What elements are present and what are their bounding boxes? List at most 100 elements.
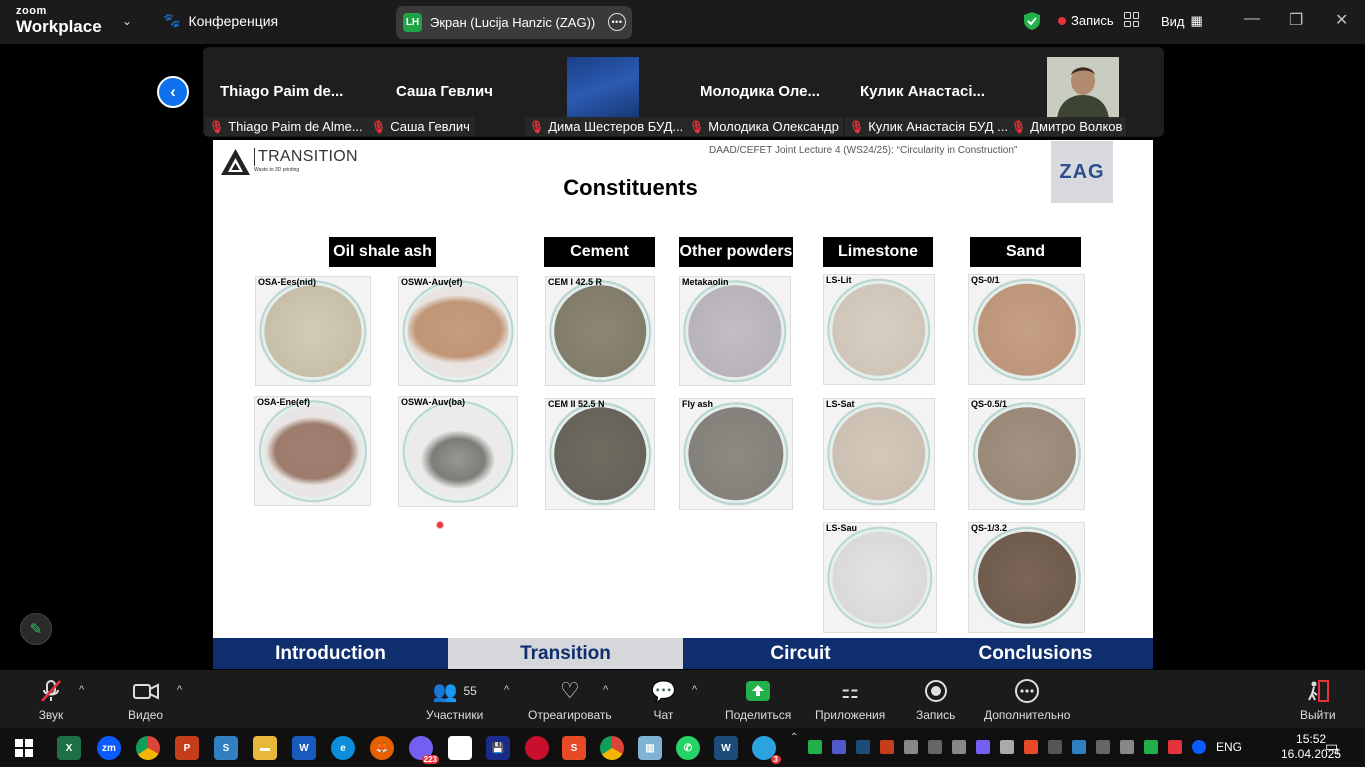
screen-share-pill[interactable]: LH Экран (Lucija Hanzic (ZAG)) ••• bbox=[396, 6, 632, 39]
leave-button[interactable]: Выйти bbox=[1300, 678, 1336, 722]
more-button[interactable]: Дополнительно bbox=[984, 678, 1070, 722]
wifi-icon[interactable] bbox=[1048, 740, 1062, 754]
chrome-icon[interactable] bbox=[136, 736, 160, 760]
recording-indicator[interactable]: Запись bbox=[1058, 13, 1114, 28]
viber-icon[interactable]: 223 bbox=[409, 736, 439, 764]
strip-back-button[interactable]: ‹ bbox=[157, 76, 189, 108]
annotate-pen-icon[interactable]: ✎ bbox=[20, 613, 52, 645]
record-button[interactable]: Запись bbox=[916, 678, 955, 722]
volume-icon[interactable] bbox=[1120, 740, 1134, 754]
save-disk-icon[interactable]: 💾 bbox=[486, 736, 510, 760]
archive-icon[interactable]: ▥ bbox=[638, 736, 662, 760]
sample-label: OSA-Ees(nid) bbox=[258, 277, 317, 287]
windows-taskbar: X zm P S ▬ W e 🦊 223 💾 S ▥ ✆ W 3 ⌃ ENG 1… bbox=[0, 728, 1365, 767]
muted-mic-icon: 🎙 bbox=[689, 119, 705, 134]
close-icon[interactable]: ✕ bbox=[1335, 10, 1348, 30]
view-menu[interactable]: Вид ▦ bbox=[1161, 13, 1203, 29]
smath-icon[interactable]: S bbox=[562, 736, 586, 760]
edge-icon[interactable]: e bbox=[331, 736, 355, 760]
conference-menu[interactable]: 🐾 Конференция bbox=[163, 12, 278, 29]
notifications-icon[interactable]: ▭4 bbox=[1325, 738, 1343, 757]
apps-grid-icon[interactable] bbox=[1124, 12, 1139, 27]
audio-options-caret[interactable]: ^ bbox=[79, 684, 84, 696]
participant-tile[interactable]: 🎙 Дмитро Волков bbox=[1005, 47, 1164, 137]
camera-tray-icon[interactable] bbox=[1096, 740, 1110, 754]
teams-tray-icon[interactable] bbox=[832, 740, 846, 754]
telegram-badge: 3 bbox=[770, 755, 781, 764]
video-button[interactable]: Видео bbox=[128, 678, 163, 722]
video-options-caret[interactable]: ^ bbox=[177, 684, 182, 696]
participant-label-text: Саша Гевлич bbox=[390, 119, 470, 134]
sketchup-icon[interactable]: S bbox=[214, 736, 238, 760]
webex-icon[interactable]: W bbox=[714, 736, 738, 760]
participant-name-large: Кулик Анастасі... bbox=[860, 83, 986, 100]
participant-tile[interactable]: 🎙 Дима Шестеров БУД... bbox=[525, 47, 688, 137]
zoom-app-icon[interactable]: zm bbox=[97, 736, 121, 760]
battery-tray-icon[interactable] bbox=[1000, 740, 1014, 754]
security-tray-icon[interactable] bbox=[1144, 740, 1158, 754]
powerpoint-tray-icon[interactable] bbox=[880, 740, 894, 754]
viber-tray-icon[interactable] bbox=[976, 740, 990, 754]
zoom-window: zoom Workplace ⌄ 🐾 Конференция LH Экран … bbox=[0, 0, 1365, 767]
file-explorer-icon[interactable]: ▬ bbox=[253, 736, 277, 760]
participant-tile[interactable]: Кулик Анастасі... 🎙 Кулик Анастасія БУД … bbox=[845, 47, 1012, 137]
windows-start-icon[interactable] bbox=[12, 736, 36, 760]
sample-photo: LS-Sat bbox=[823, 398, 935, 510]
participants-button[interactable]: 👥 55 Участники bbox=[426, 678, 483, 723]
more-options-icon[interactable]: ••• bbox=[608, 13, 626, 31]
chevron-down-icon[interactable]: ⌄ bbox=[122, 14, 132, 28]
smath-tray-icon[interactable] bbox=[1024, 740, 1038, 754]
usb-tray-icon[interactable] bbox=[952, 740, 966, 754]
whatsapp-icon[interactable]: ✆ bbox=[676, 736, 700, 760]
chat-button[interactable]: 💬 Чат bbox=[651, 678, 676, 723]
slide-section-nav: Introduction Transition Circuit Conclusi… bbox=[213, 638, 1153, 669]
zag-logo: ZAG bbox=[1051, 141, 1113, 203]
participant-tile[interactable]: Саша Гевлич 🎙 Саша Гевлич bbox=[365, 47, 525, 137]
apps-button[interactable]: ⚏ Приложения bbox=[815, 678, 886, 723]
mic-tray-icon[interactable] bbox=[904, 740, 918, 754]
record-dot-icon bbox=[1058, 16, 1066, 25]
chrome-profile-icon[interactable] bbox=[600, 736, 624, 760]
muted-mic-icon: 🎙 bbox=[849, 119, 865, 134]
participant-tile[interactable]: Thiago Paim de... 🎙 Thiago Paim de Alme.… bbox=[203, 47, 367, 137]
chat-label: Чат bbox=[653, 708, 674, 722]
audio-button[interactable]: Звук bbox=[38, 678, 64, 722]
network-tray-icon[interactable] bbox=[1072, 740, 1086, 754]
muted-speaker-icon[interactable] bbox=[1168, 740, 1182, 754]
participant-label-text: Молодика Олександр bbox=[708, 119, 839, 134]
maximize-icon[interactable]: ❐ bbox=[1289, 10, 1303, 30]
react-options-caret[interactable]: ^ bbox=[603, 684, 608, 696]
video-camera-icon bbox=[132, 678, 160, 704]
powerpoint-icon[interactable]: P bbox=[175, 736, 199, 760]
sample-label: OSWA-Auv(ef) bbox=[401, 277, 463, 287]
display-tray-icon[interactable] bbox=[928, 740, 942, 754]
react-button[interactable]: ♡ Отреагировать bbox=[528, 678, 612, 722]
apps-label: Приложения bbox=[815, 708, 886, 722]
telegram-icon[interactable]: 3 bbox=[752, 736, 781, 764]
sample-label: OSWA-Auv(ba) bbox=[401, 397, 465, 407]
tray-check-icon[interactable] bbox=[808, 740, 822, 754]
sample-label: OSA-Ene(ef) bbox=[257, 397, 311, 407]
muted-mic-icon bbox=[38, 678, 64, 704]
zoom-tray-icon[interactable] bbox=[1192, 740, 1206, 754]
leave-door-icon bbox=[1305, 678, 1331, 704]
security-shield-icon[interactable] bbox=[1023, 11, 1041, 31]
share-screen-button[interactable]: Поделиться bbox=[725, 678, 791, 722]
firefox-icon[interactable]: 🦊 bbox=[370, 736, 394, 760]
participant-label-text: Thiago Paim de Alme... bbox=[228, 119, 363, 134]
minimize-icon[interactable]: — bbox=[1244, 10, 1260, 28]
participant-name-large: Саша Гевлич bbox=[396, 83, 493, 100]
autocad-icon[interactable] bbox=[525, 736, 549, 760]
sample-label: LS-Sat bbox=[826, 399, 855, 409]
tray-overflow-icon[interactable]: ⌃ bbox=[790, 732, 798, 743]
document-icon[interactable] bbox=[448, 736, 472, 760]
participant-tile[interactable]: Молодика Оле... 🎙 Молодика Олександр bbox=[685, 47, 845, 137]
meeting-toolbar: Звук ^ Видео ^ 👥 55 Участники ^ ♡ Отреаг… bbox=[0, 670, 1365, 728]
muted-mic-icon: 🎙 bbox=[529, 119, 545, 134]
participants-options-caret[interactable]: ^ bbox=[504, 684, 509, 696]
word-icon[interactable]: W bbox=[292, 736, 316, 760]
language-indicator[interactable]: ENG bbox=[1216, 740, 1242, 754]
webex-tray-icon[interactable] bbox=[856, 740, 870, 754]
chat-options-caret[interactable]: ^ bbox=[692, 684, 697, 696]
excel-icon[interactable]: X bbox=[57, 736, 81, 760]
